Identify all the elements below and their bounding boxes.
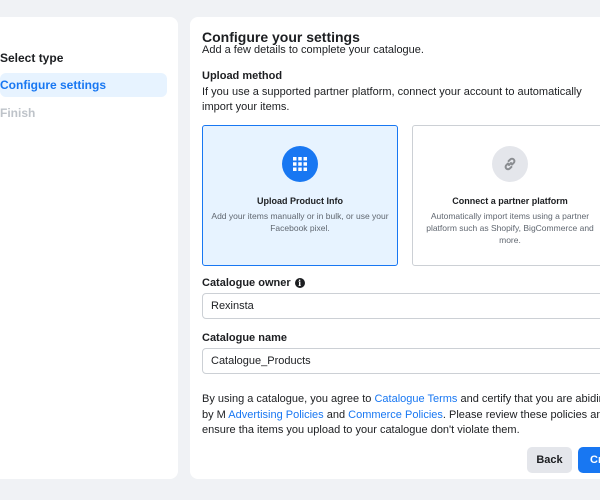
card-description: Add your items manually or in bulk, or u…: [211, 211, 389, 233]
catalogue-owner-label-text: Catalogue owner: [202, 277, 291, 289]
card-title: Connect a partner platform: [452, 196, 568, 206]
card-description: Automatically import items using a partn…: [426, 211, 594, 245]
terms-text: By using a catalogue, you agree to: [202, 393, 375, 405]
step-finish: Finish: [0, 106, 36, 120]
advertising-policies-link[interactable]: Advertising Policies: [228, 409, 323, 421]
catalogue-owner-label: Catalogue owner i: [202, 277, 305, 289]
upload-method-description: If you use a supported partner platform,…: [202, 86, 582, 113]
step-configure-settings[interactable]: Configure settings: [0, 73, 167, 97]
grid-icon: [282, 146, 318, 182]
page-subtitle: Add a few details to complete your catal…: [202, 44, 424, 56]
link-icon: [492, 146, 528, 182]
upload-product-info-card[interactable]: Upload Product Info Add your items manua…: [202, 125, 398, 266]
settings-panel: Configure your settings Add a few detail…: [190, 17, 600, 479]
terms-notice: By using a catalogue, you agree to Catal…: [202, 392, 600, 439]
create-button[interactable]: Cr: [578, 447, 600, 473]
steps-sidebar: Select type Configure settings Finish: [0, 17, 178, 479]
terms-text: and: [323, 408, 349, 421]
page-title: Configure your settings: [202, 29, 360, 45]
catalogue-terms-link[interactable]: Catalogue Terms: [374, 393, 457, 405]
upload-method-label: Upload method: [202, 70, 283, 82]
back-button[interactable]: Back: [527, 447, 572, 473]
catalogue-name-input[interactable]: [202, 348, 600, 374]
connect-partner-platform-card[interactable]: Connect a partner platform Automatically…: [412, 125, 600, 266]
info-icon[interactable]: i: [294, 278, 305, 288]
catalogue-owner-select[interactable]: Rexinsta: [202, 293, 600, 319]
step-select-type[interactable]: Select type: [0, 46, 157, 70]
catalogue-name-label: Catalogue name: [202, 332, 287, 344]
commerce-policies-link[interactable]: Commerce Policies: [348, 409, 443, 421]
card-title: Upload Product Info: [257, 196, 343, 206]
